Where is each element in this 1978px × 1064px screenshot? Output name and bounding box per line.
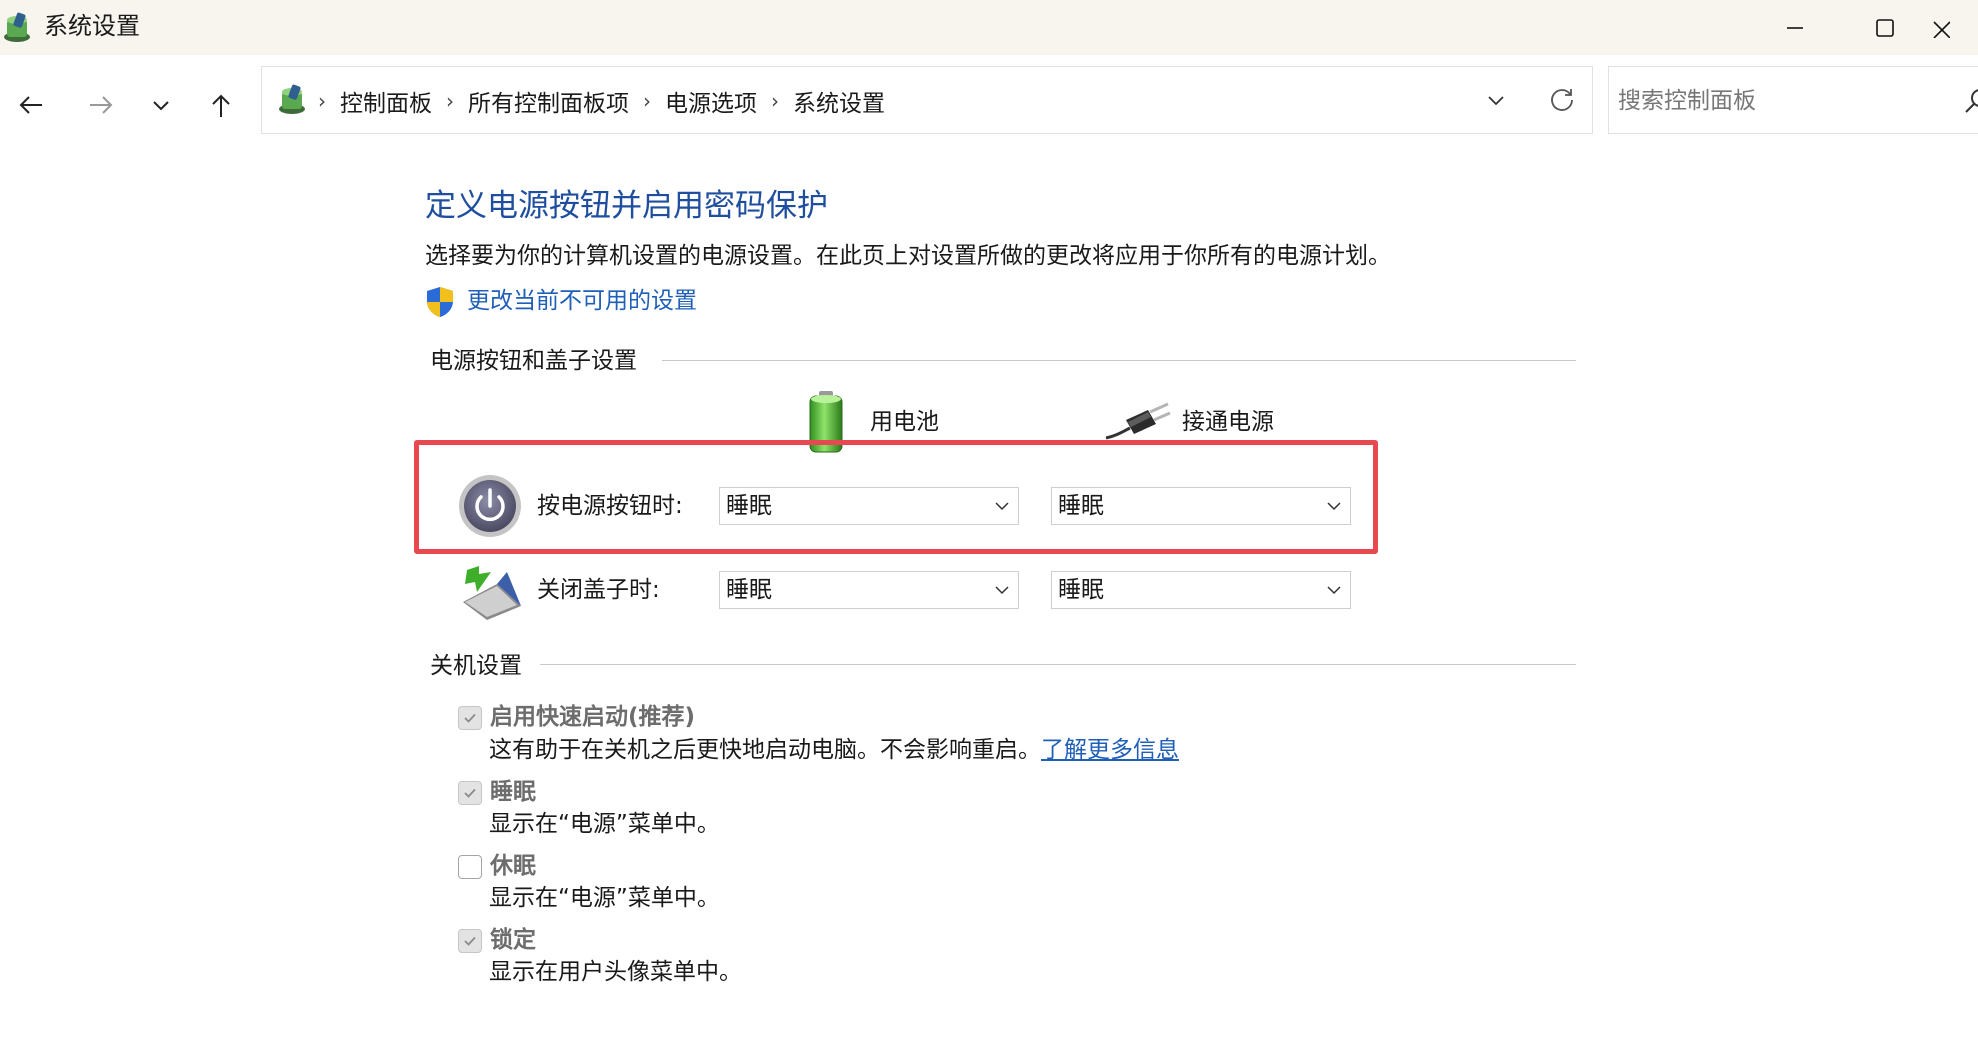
search-icon[interactable] xyxy=(1962,86,1978,116)
selected-value: 睡眠 xyxy=(1058,577,1104,603)
learn-more-link[interactable]: 了解更多信息 xyxy=(1041,737,1179,763)
chevron-down-icon xyxy=(995,586,1009,595)
change-unavailable-settings-link[interactable]: 更改当前不可用的设置 xyxy=(467,284,697,318)
chevron-down-icon xyxy=(995,502,1009,511)
arrow-left-icon xyxy=(19,96,42,114)
control-panel-icon xyxy=(279,84,305,114)
fast-startup-description-text: 这有助于在关机之后更快地启动电脑。不会影响重启。 xyxy=(489,737,1041,763)
close-icon xyxy=(1933,20,1950,38)
uac-shield-icon xyxy=(427,287,453,317)
forward-button[interactable] xyxy=(78,82,124,128)
back-button[interactable] xyxy=(8,82,54,128)
breadcrumb-separator: › xyxy=(771,89,779,113)
fast-startup-checkbox[interactable] xyxy=(458,706,482,730)
plugged-in-column-label: 接通电源 xyxy=(1182,409,1274,435)
section-divider xyxy=(540,664,1576,665)
section-divider xyxy=(662,360,1576,361)
page-title: 定义电源按钮并启用密码保护 xyxy=(425,188,828,224)
power-button-battery-select[interactable]: 睡眠 xyxy=(719,487,1019,525)
checkmark-icon xyxy=(464,713,476,723)
breadcrumb: › 控制面板 › 所有控制面板项 › 电源选项 › 系统设置 xyxy=(318,84,885,118)
chevron-down-icon xyxy=(153,101,169,111)
chevron-down-icon xyxy=(1327,586,1341,595)
control-panel-icon xyxy=(4,12,30,42)
minimize-button[interactable] xyxy=(1750,0,1840,55)
arrow-up-icon xyxy=(212,94,230,117)
breadcrumb-system-settings[interactable]: 系统设置 xyxy=(793,84,885,118)
title-bar xyxy=(0,0,1978,55)
chevron-down-icon xyxy=(1327,502,1341,511)
checkmark-icon xyxy=(464,788,476,798)
chevron-down-icon xyxy=(1488,96,1504,106)
lid-close-battery-select[interactable]: 睡眠 xyxy=(719,571,1019,609)
refresh-button[interactable] xyxy=(1542,80,1582,120)
selected-value: 睡眠 xyxy=(726,493,772,519)
lock-checkbox[interactable] xyxy=(458,929,482,953)
power-button-icon xyxy=(459,475,521,537)
power-button-action-label: 按电源按钮时: xyxy=(537,493,683,519)
maximize-button[interactable] xyxy=(1840,0,1930,55)
selected-value: 睡眠 xyxy=(726,577,772,603)
breadcrumb-control-panel[interactable]: 控制面板 xyxy=(340,84,432,118)
breadcrumb-separator: › xyxy=(643,89,651,113)
sleep-checkbox[interactable] xyxy=(458,781,482,805)
battery-column-label: 用电池 xyxy=(870,409,939,435)
search-input[interactable] xyxy=(1618,84,1948,118)
power-buttons-section-title: 电源按钮和盖子设置 xyxy=(430,348,637,374)
laptop-lid-icon xyxy=(463,566,521,620)
window-title: 系统设置 xyxy=(44,12,140,40)
up-button[interactable] xyxy=(198,82,244,128)
sleep-description: 显示在“电源”菜单中。 xyxy=(489,811,720,837)
breadcrumb-separator: › xyxy=(446,89,454,113)
page-description: 选择要为你的计算机设置的电源设置。在此页上对设置所做的更改将应用于你所有的电源计… xyxy=(425,243,1391,269)
hibernate-description: 显示在“电源”菜单中。 xyxy=(489,885,720,911)
address-history-button[interactable] xyxy=(1478,82,1514,118)
breadcrumb-power-options[interactable]: 电源选项 xyxy=(665,84,757,118)
lock-label: 锁定 xyxy=(490,927,536,953)
lid-close-action-label: 关闭盖子时: xyxy=(537,577,660,603)
minimize-icon xyxy=(1787,26,1803,29)
power-plug-icon xyxy=(1105,402,1171,440)
selected-value: 睡眠 xyxy=(1058,493,1104,519)
maximize-icon xyxy=(1876,18,1894,37)
recent-locations-button[interactable] xyxy=(138,82,184,128)
power-button-plugged-in-select[interactable]: 睡眠 xyxy=(1051,487,1351,525)
hibernate-checkbox[interactable] xyxy=(458,855,482,879)
refresh-icon xyxy=(1551,89,1573,111)
sleep-label: 睡眠 xyxy=(490,779,536,805)
lid-close-plugged-in-select[interactable]: 睡眠 xyxy=(1051,571,1351,609)
shutdown-section-title: 关机设置 xyxy=(430,653,522,679)
breadcrumb-all-items[interactable]: 所有控制面板项 xyxy=(468,84,629,118)
fast-startup-label: 启用快速启动(推荐) xyxy=(490,704,696,730)
lock-description: 显示在用户头像菜单中。 xyxy=(489,959,742,985)
breadcrumb-separator: › xyxy=(318,89,326,113)
checkmark-icon xyxy=(464,936,476,946)
hibernate-label: 休眠 xyxy=(490,853,536,879)
fast-startup-description: 这有助于在关机之后更快地启动电脑。不会影响重启。了解更多信息 xyxy=(489,734,1179,766)
arrow-right-icon xyxy=(90,96,113,114)
close-button[interactable] xyxy=(1930,0,1978,55)
